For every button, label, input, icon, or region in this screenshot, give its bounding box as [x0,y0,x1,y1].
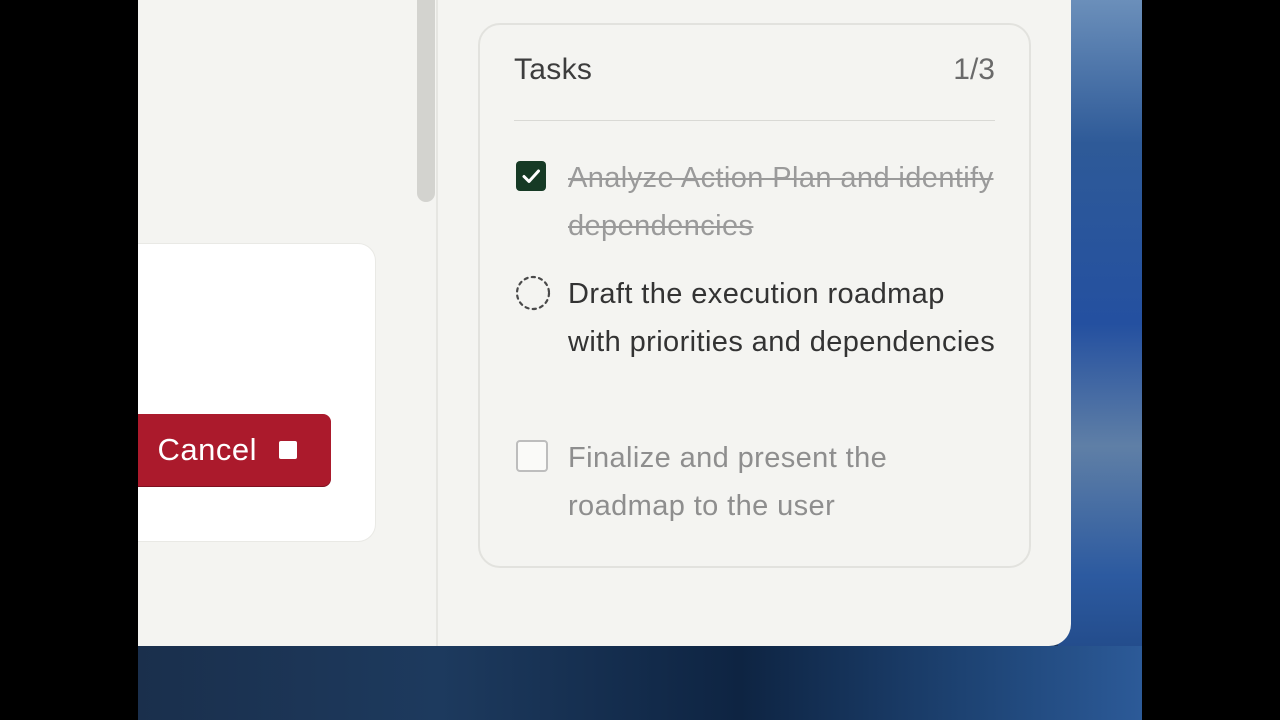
wallpaper-bottom [138,646,1142,720]
tasks-header: Tasks 1/3 [514,53,995,121]
scrollbar-thumb[interactable] [417,0,435,202]
cancel-button-label: Cancel [157,432,257,467]
task-label: Draft the execution roadmap with priorit… [568,278,996,358]
checkbox-empty-icon[interactable] [516,440,548,472]
task-label: Finalize and present the roadmap to the … [568,442,888,522]
chat-pane: Cancel [138,0,438,646]
cancel-button[interactable]: Cancel [138,414,331,486]
spinner-icon [514,274,552,312]
app-window: Cancel Tasks 1/3 Analyze Action Plan and… [138,0,1071,646]
task-item-pending: Finalize and present the roadmap to the … [516,435,999,535]
task-label: Analyze Action Plan and identify depende… [568,162,994,242]
task-item-in-progress: Draft the execution roadmap with priorit… [514,271,999,421]
tasks-title: Tasks [514,53,593,86]
pane-divider [436,0,438,646]
stop-icon [279,441,297,459]
checkbox-checked-icon[interactable] [516,161,546,191]
tasks-progress-count: 1/3 [953,53,995,86]
composer-card [138,243,376,542]
tasks-panel: Tasks 1/3 Analyze Action Plan and identi… [478,23,1031,568]
task-item-completed: Analyze Action Plan and identify depende… [516,157,999,257]
